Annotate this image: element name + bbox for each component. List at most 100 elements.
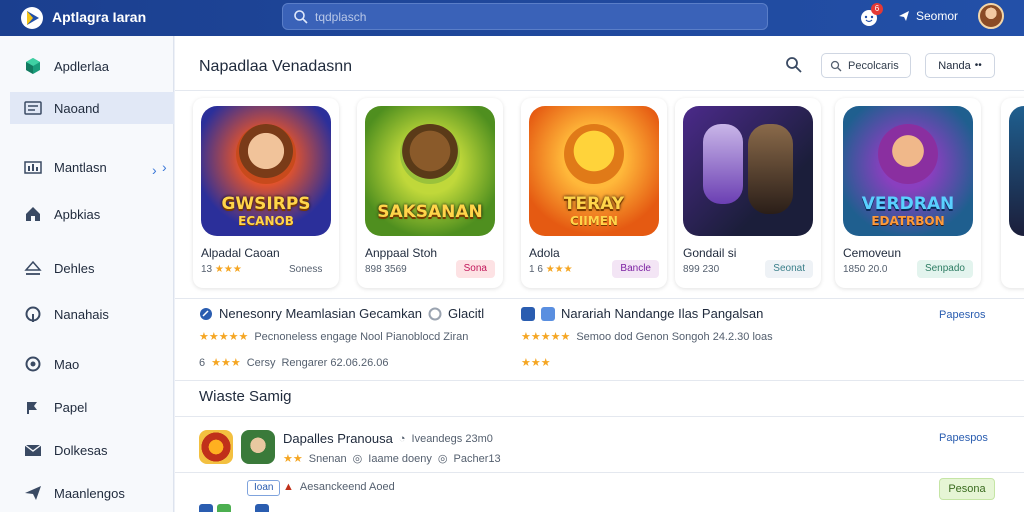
character-image xyxy=(400,124,460,184)
section-title: Napadlaa Venadasnn xyxy=(199,58,353,75)
filter-label: Pecolcaris xyxy=(848,59,899,72)
mail-icon xyxy=(24,444,42,456)
sub-section-title: Wiaste Samig xyxy=(199,388,292,405)
action-button[interactable]: Pesona xyxy=(939,478,995,500)
app-thumbnail[interactable] xyxy=(199,430,233,464)
sidebar-item-dehles[interactable]: Dehles xyxy=(10,252,174,284)
chevron-right-icon: › xyxy=(162,159,167,175)
list-item[interactable]: Narariah Nandange Ilas Pangalsan xyxy=(521,306,763,321)
sidebar-item-papel[interactable]: Papel xyxy=(10,391,174,423)
search-icon[interactable] xyxy=(785,56,803,74)
app-pill[interactable]: Seonat xyxy=(765,260,813,278)
sidebar-item-label: Apdlerlaa xyxy=(54,58,109,74)
sidebar-item-dolkesas[interactable]: Dolkesas xyxy=(10,434,174,466)
rating-stars: ★★★ xyxy=(211,357,241,369)
sidebar-item-label: Mantlasn xyxy=(54,159,107,175)
list-item-meta: ★★ Snenan ◎ Iaame doeny ◎ Pacher13 xyxy=(283,452,501,466)
more-icon: •• xyxy=(974,60,982,71)
chart-icon xyxy=(24,161,42,174)
sidebar-item-mao[interactable]: Mao xyxy=(10,348,174,380)
character-image xyxy=(748,124,793,214)
circle-icon: ◎ xyxy=(352,453,363,465)
app-art-title: TERAY xyxy=(563,194,625,214)
app-meta: 13 ★★★ xyxy=(201,264,242,275)
eject-icon xyxy=(24,260,42,275)
app-card[interactable]: SAKSANAN Anppaal Stoh 898 3569 Sona xyxy=(357,98,503,288)
sort-dropdown[interactable]: Nanda •• xyxy=(925,53,995,78)
main-panel: Napadlaa Venadasnn Pecolcaris Nanda •• G… xyxy=(175,36,1024,512)
sidebar-item-label: Mao xyxy=(54,356,80,372)
app-card[interactable]: TERAY CIIMEN Adola 1 6 ★★★ Bancle xyxy=(521,98,667,288)
app-art: VERDRAN EDATRBON xyxy=(843,106,973,236)
rating-stars: ★★★★★ xyxy=(199,331,249,343)
rating-stars: ★★★★★ xyxy=(521,331,571,343)
sidebar-item-label: Nanahais xyxy=(54,306,109,322)
sidebar-item-mantlasn[interactable]: Mantlasn › xyxy=(10,151,174,183)
app-art-subtitle: CIIMEN xyxy=(570,214,618,228)
list-item[interactable]: Dapalles Pranousa ◔ Iveandegs 23m0 xyxy=(283,431,493,446)
app-meta: 899 230 xyxy=(683,264,720,275)
view-more-link[interactable]: Papesros xyxy=(939,309,985,321)
search-input[interactable] xyxy=(315,8,755,26)
avatar[interactable] xyxy=(978,3,1004,29)
divider xyxy=(175,416,1024,417)
send-icon xyxy=(25,486,41,500)
divider xyxy=(175,380,1024,381)
app-title: Aptlagra Iaran xyxy=(52,9,147,25)
app-icon xyxy=(217,504,231,512)
app-name: Adola xyxy=(529,246,560,260)
sidebar-item-label: Naoand xyxy=(54,100,100,116)
sidebar-item-naoand[interactable]: Naoand xyxy=(10,92,174,124)
sidebar-item-label: Papel xyxy=(54,399,88,415)
app-art: SAKSANAN xyxy=(365,106,495,236)
app-card[interactable]: GWSIRPS ECANOB Alpadal Caoan 13 ★★★ Sone… xyxy=(193,98,339,288)
filter-button[interactable]: Pecolcaris xyxy=(821,53,911,78)
app-art xyxy=(1009,106,1024,236)
view-more-link[interactable]: Papespos xyxy=(939,432,988,444)
list-icon xyxy=(24,101,42,115)
circle-icon: ◎ xyxy=(437,453,448,465)
ring-icon xyxy=(25,356,41,372)
app-meta: 1 6 ★★★ xyxy=(529,264,573,275)
list-item-meta: 6 ★★★ Cersy Rengarer 62.06.26.06 xyxy=(199,356,389,370)
app-thumbnail[interactable] xyxy=(241,430,275,464)
app-art: TERAY CIIMEN xyxy=(529,106,659,236)
app-pill[interactable]: Bancle xyxy=(612,260,659,278)
app-icon xyxy=(199,504,213,512)
signin-button[interactable]: Seomor xyxy=(898,9,958,23)
pin-icon xyxy=(27,402,37,414)
sidebar-item-nanahais[interactable]: Nanahais xyxy=(10,298,174,330)
cube-icon xyxy=(26,58,40,74)
sidebar-item-apbkias[interactable]: Apbkias xyxy=(10,198,174,230)
app-card[interactable]: VERDRAN EDATRBON Cemoveun 1850 20.0 Senp… xyxy=(835,98,981,288)
list-item-title: Narariah Nandange Ilas Pangalsan xyxy=(561,306,764,321)
sidebar: Apdlerlaa Naoand › Mantlasn › Apbkias De… xyxy=(0,36,174,512)
app-name: Cemoveun xyxy=(843,246,902,260)
sidebar-item-label: Apbkias xyxy=(54,206,101,222)
list-item-meta: Iveandegs 23m0 xyxy=(411,432,493,445)
divider xyxy=(175,298,1024,299)
app-art-title: SAKSANAN xyxy=(377,202,483,222)
list-item-extra: Glacitl xyxy=(448,306,485,321)
app-art xyxy=(683,106,813,236)
circle-icon xyxy=(428,307,442,320)
character-image xyxy=(564,124,624,184)
app-meta: 1850 20.0 xyxy=(843,264,888,275)
app-pill[interactable]: Senpado xyxy=(916,260,973,278)
app-art-title: VERDRAN xyxy=(861,194,955,214)
app-card-partial[interactable] xyxy=(1001,98,1024,288)
send-icon xyxy=(899,11,909,21)
sidebar-item-maanlengos[interactable]: Maanlengos xyxy=(10,477,174,509)
rating-stars: ★★★ xyxy=(521,357,551,369)
sidebar-item-apdlerlaa[interactable]: Apdlerlaa xyxy=(10,50,174,82)
list-item[interactable]: Nenesonry Meamlasian Gecamkan Glacitl xyxy=(199,306,484,321)
list-item[interactable]: ▲ Aesanckeend Aoed xyxy=(283,481,395,493)
list-item-meta: ★★★★★ Pecnoneless engage Nool Pianoblocd… xyxy=(199,330,469,344)
home-icon xyxy=(26,207,40,221)
app-logo-icon[interactable] xyxy=(20,6,44,30)
app-art-subtitle: EDATRBON xyxy=(871,214,945,228)
app-card[interactable]: Gondail si 899 230 Seonat xyxy=(675,98,821,288)
sort-label: Nanda xyxy=(938,59,971,72)
search-box[interactable] xyxy=(282,3,768,30)
app-pill[interactable]: Sona xyxy=(455,260,495,278)
